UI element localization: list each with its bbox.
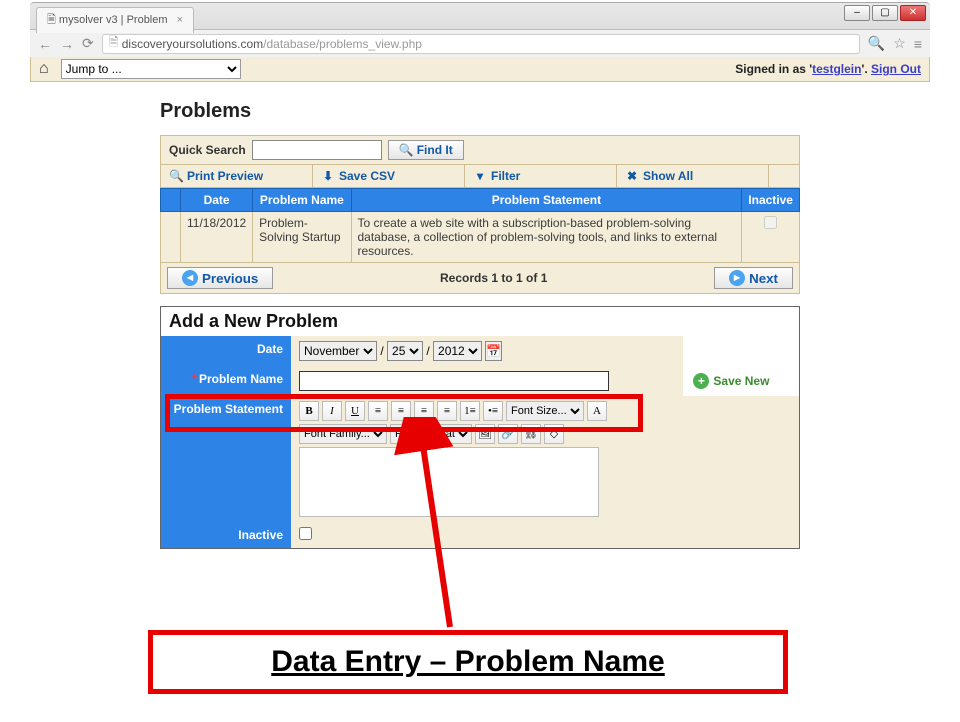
align-right-button[interactable]: ≡ — [414, 401, 434, 421]
problems-table: Date Problem Name Problem Statement Inac… — [160, 188, 800, 263]
url-domain: discoveryoursolutions.com — [122, 37, 263, 51]
download-icon: ⬇ — [321, 169, 335, 183]
date-month-select[interactable]: November — [299, 341, 377, 361]
window-controls: – ▢ ✕ — [844, 5, 926, 21]
align-center-button[interactable]: ≡ — [391, 401, 411, 421]
site-icon: 🗎 — [109, 33, 119, 54]
inactive-label: Inactive — [161, 522, 291, 548]
image-button[interactable]: 🖼 — [475, 424, 495, 444]
inactive-checkbox-input[interactable] — [299, 527, 312, 540]
inactive-checkbox — [764, 216, 777, 229]
cell-statement: To create a web site with a subscription… — [351, 212, 742, 263]
tab-title: mysolver v3 | Problem — [59, 14, 168, 26]
nav-back-icon[interactable]: ← — [38, 36, 52, 52]
align-left-button[interactable]: ≡ — [368, 401, 388, 421]
jump-to-select[interactable]: Jump to ... — [61, 59, 241, 79]
funnel-icon: ▾ — [473, 169, 487, 183]
app-topbar: ⌂ Jump to ... Signed in as 'testglein'. … — [30, 56, 930, 82]
font-size-select[interactable]: Font Size... — [506, 401, 584, 421]
tab-favicon: 🗎 — [47, 14, 56, 26]
nav-forward-icon[interactable]: → — [60, 36, 74, 52]
row-select-cell[interactable] — [161, 212, 181, 263]
quicksearch-label: Quick Search — [169, 143, 246, 157]
browser-tab[interactable]: 🗎 mysolver v3 | Problem × — [36, 7, 194, 33]
table-row[interactable]: 11/18/2012 Problem-Solving Startup To cr… — [161, 212, 800, 263]
magnifier-icon: 🔍 — [169, 169, 183, 183]
action-toolbar: 🔍 Print Preview ⬇ Save CSV ▾ Filter ✖ Sh… — [161, 164, 799, 187]
page-title: Problems — [160, 100, 800, 123]
editor-toolbar: B I U ≡ ≡ ≡ ≡ 1≡ •≡ Font Size... A — [299, 401, 791, 421]
add-problem-heading: Add a New Problem — [161, 307, 799, 336]
problem-name-input[interactable] — [299, 371, 609, 391]
cell-inactive — [742, 212, 800, 263]
home-icon[interactable]: ⌂ — [39, 60, 49, 78]
col-date[interactable]: Date — [181, 189, 253, 212]
menu-icon[interactable]: ≡ — [914, 36, 922, 52]
maximize-button[interactable]: ▢ — [872, 5, 898, 21]
filter-button[interactable]: ▾ Filter — [465, 165, 617, 187]
editor-toolbar-2: Font Family... Font Format 🖼 🔗 ⛓ ◇ — [299, 424, 791, 444]
show-all-button[interactable]: ✖ Show All — [617, 165, 769, 187]
arrow-left-icon: ◄ — [182, 270, 198, 286]
url-path: /database/problems_view.php — [263, 37, 422, 51]
quicksearch-input[interactable] — [252, 140, 382, 160]
username-link[interactable]: testglein — [812, 62, 861, 76]
arrow-right-icon: ► — [729, 270, 745, 286]
font-family-select[interactable]: Font Family... — [299, 424, 387, 444]
unordered-list-button[interactable]: •≡ — [483, 401, 503, 421]
close-window-button[interactable]: ✕ — [900, 5, 926, 21]
quicksearch-row: Quick Search 🔍 Find It — [161, 136, 799, 164]
align-justify-button[interactable]: ≡ — [437, 401, 457, 421]
address-bar[interactable]: 🗎 discoveryoursolutions.com/database/pro… — [102, 34, 860, 54]
font-color-button[interactable]: A — [587, 401, 607, 421]
date-label: Date — [161, 336, 291, 366]
table-header-row: Date Problem Name Problem Statement Inac… — [161, 189, 800, 212]
zoom-icon[interactable]: 🔍 — [868, 35, 885, 52]
nav-reload-icon[interactable]: ⟳ — [82, 35, 94, 52]
save-csv-button[interactable]: ⬇ Save CSV — [313, 165, 465, 187]
tab-close-icon[interactable]: × — [177, 14, 183, 26]
unlink-button[interactable]: ⛓ — [521, 424, 541, 444]
problem-statement-label: Problem Statement — [161, 396, 291, 522]
ordered-list-button[interactable]: 1≡ — [460, 401, 480, 421]
problem-name-label: *Problem Name — [161, 366, 291, 396]
bold-button[interactable]: B — [299, 401, 319, 421]
row-select-header — [161, 189, 181, 212]
cell-name: Problem-Solving Startup — [253, 212, 351, 263]
minimize-button[interactable]: – — [844, 5, 870, 21]
annotation-caption: Data Entry – Problem Name — [148, 630, 788, 694]
next-button[interactable]: ► Next — [714, 267, 793, 289]
underline-button[interactable]: U — [345, 401, 365, 421]
link-button[interactable]: 🔗 — [498, 424, 518, 444]
calendar-button[interactable]: 📅 — [485, 341, 502, 361]
search-icon: 🔍 — [399, 143, 413, 157]
date-field: November / 25 / 2012 📅 — [291, 336, 683, 366]
italic-button[interactable]: I — [322, 401, 342, 421]
signin-status: Signed in as 'testglein'. Sign Out — [735, 62, 921, 76]
add-problem-panel: Add a New Problem Date November / 25 / 2… — [160, 306, 800, 549]
date-year-select[interactable]: 2012 — [433, 341, 482, 361]
browser-chrome: – ▢ ✕ 🗎 mysolver v3 | Problem × ← → ⟳ 🗎 … — [30, 2, 930, 56]
signout-link[interactable]: Sign Out — [871, 62, 921, 76]
col-statement[interactable]: Problem Statement — [351, 189, 742, 212]
pager: ◄ Previous Records 1 to 1 of 1 ► Next — [160, 263, 800, 294]
save-new-button[interactable]: + Save New — [693, 373, 769, 389]
previous-button[interactable]: ◄ Previous — [167, 267, 273, 289]
col-name[interactable]: Problem Name — [253, 189, 351, 212]
pager-summary: Records 1 to 1 of 1 — [273, 271, 714, 285]
print-preview-button[interactable]: 🔍 Print Preview — [161, 165, 313, 187]
problem-statement-input[interactable] — [299, 447, 599, 517]
date-day-select[interactable]: 25 — [387, 341, 423, 361]
find-it-button[interactable]: 🔍 Find It — [388, 140, 464, 160]
show-all-icon: ✖ — [625, 169, 639, 183]
cell-date: 11/18/2012 — [181, 212, 253, 263]
toolbar-spacer — [769, 165, 799, 187]
source-button[interactable]: ◇ — [544, 424, 564, 444]
col-inactive[interactable]: Inactive — [742, 189, 800, 212]
plus-icon: + — [693, 373, 709, 389]
bookmark-icon[interactable]: ☆ — [893, 35, 906, 52]
font-format-select[interactable]: Font Format — [390, 424, 472, 444]
